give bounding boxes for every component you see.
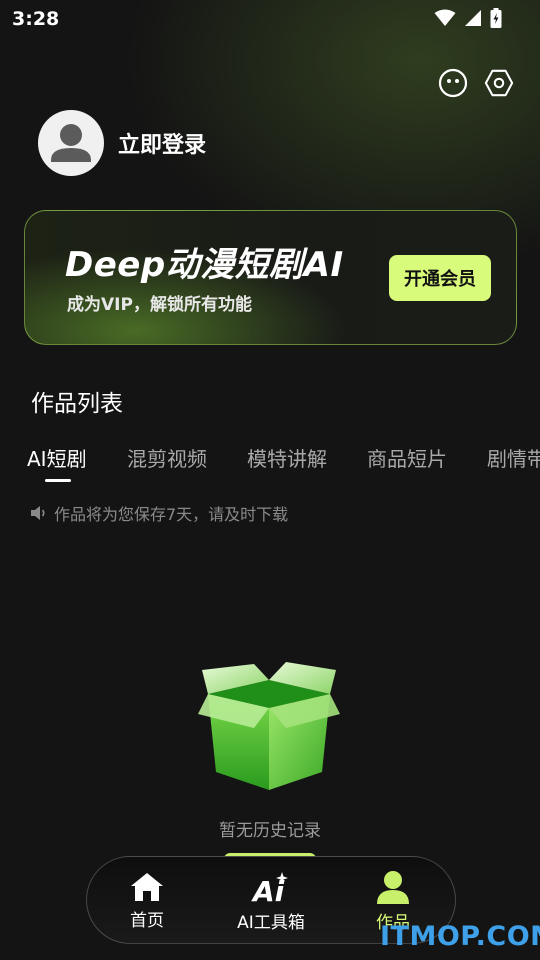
notice-text: 作品将为您保存7天，请及时下载	[54, 505, 289, 524]
status-time: 3:28	[12, 8, 60, 30]
vip-banner[interactable]: Deep动漫短剧AI 成为VIP，解锁所有功能 开通会员	[24, 210, 517, 345]
open-vip-button[interactable]: 开通会员	[389, 255, 491, 301]
nav-home[interactable]: 首页	[111, 857, 183, 945]
person-icon	[377, 870, 409, 904]
battery-charging-icon	[490, 8, 502, 28]
robot-face-icon	[438, 68, 468, 98]
vip-title: Deep动漫短剧AI	[65, 245, 344, 285]
tab-product-clip[interactable]: 商品短片	[367, 443, 447, 472]
wifi-icon	[434, 9, 456, 26]
nav-ai-toolbox[interactable]: Ai AI工具箱	[221, 857, 321, 945]
login-link[interactable]: 立即登录	[118, 127, 206, 159]
empty-box-icon	[198, 662, 340, 790]
status-bar: 3:28	[0, 0, 540, 38]
save-notice: 作品将为您保存7天，请及时下载	[30, 501, 288, 525]
top-actions	[438, 68, 514, 98]
tab-indicator	[45, 479, 71, 482]
works-tabs: AI短剧 混剪视频 模特讲解 商品短片 剧情带	[0, 443, 540, 483]
tab-model-explain[interactable]: 模特讲解	[247, 443, 327, 472]
home-icon	[131, 872, 163, 901]
signal-icon	[465, 10, 481, 26]
settings-hexagon-icon	[484, 69, 514, 97]
customer-service-button[interactable]	[438, 68, 468, 98]
tab-remix-video[interactable]: 混剪视频	[127, 443, 207, 472]
default-user-icon	[51, 124, 91, 162]
ai-sparkle-icon: Ai	[251, 871, 288, 904]
section-title: 作品列表	[31, 391, 123, 417]
speaker-icon	[31, 506, 45, 520]
status-icons	[434, 8, 502, 28]
vip-subtitle: 成为VIP，解锁所有功能	[67, 295, 252, 315]
tab-ai-drama[interactable]: AI短剧	[27, 443, 87, 472]
nav-ai-toolbox-label: AI工具箱	[237, 912, 305, 933]
settings-button[interactable]	[484, 68, 514, 98]
empty-state-text: 暂无历史记录	[219, 821, 321, 841]
tab-story[interactable]: 剧情带	[487, 443, 540, 472]
svg-text:Ai: Ai	[251, 875, 285, 904]
avatar[interactable]	[38, 110, 104, 176]
watermark: ITMOP.COM	[380, 921, 540, 952]
nav-home-label: 首页	[130, 910, 164, 931]
profile-login[interactable]: 立即登录	[38, 110, 206, 176]
